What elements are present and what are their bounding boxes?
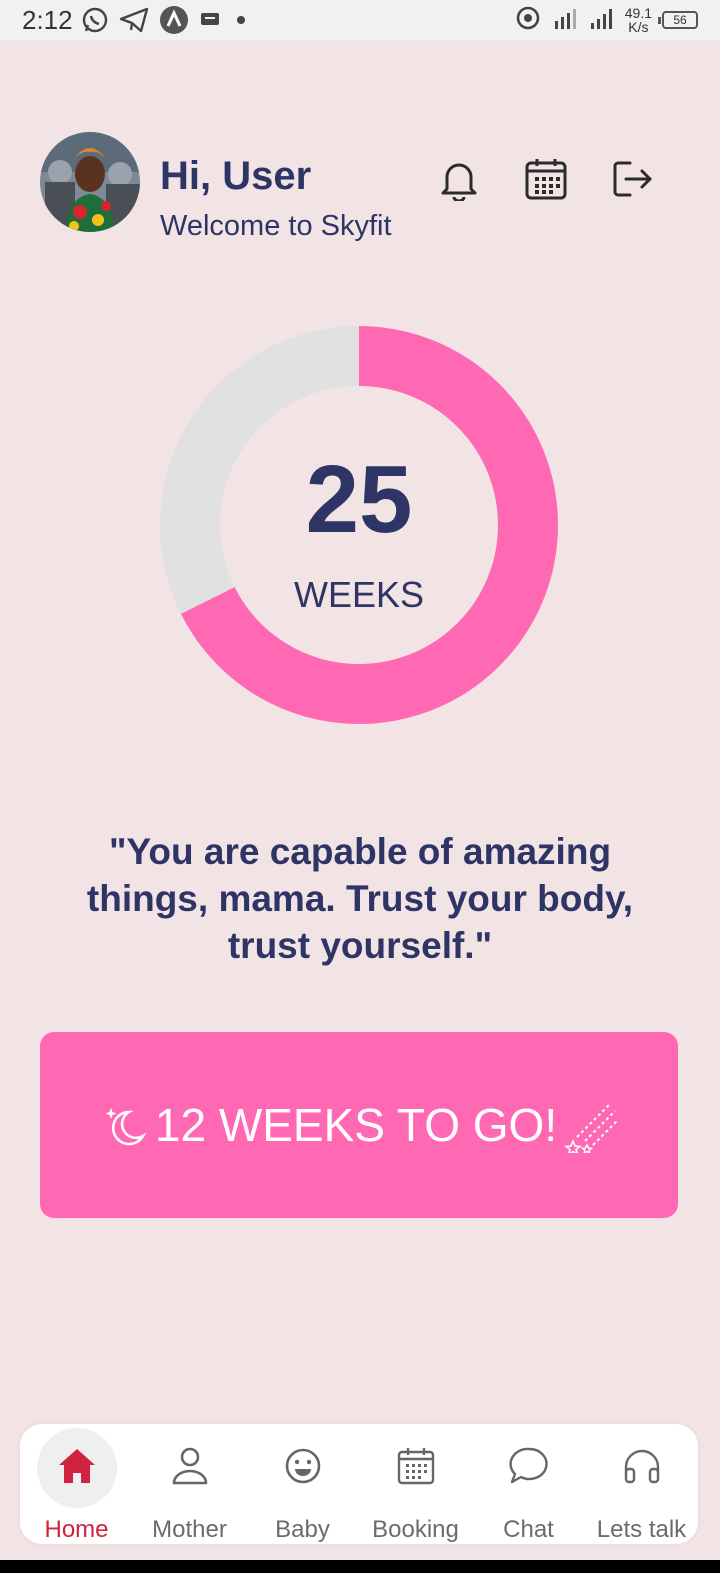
pregnancy-progress-ring: 25 WEEKS: [160, 326, 558, 724]
nav-icon-wrapper: [602, 1428, 682, 1508]
greeting: Hi, User: [160, 154, 312, 198]
avatar[interactable]: [40, 132, 140, 232]
calendar-icon: [397, 1447, 435, 1490]
nav-label-lets-talk: Lets talk: [596, 1516, 687, 1543]
nav-item-mother[interactable]: Mother: [133, 1424, 246, 1544]
nav-icon-wrapper: [263, 1428, 343, 1508]
nav-icon-wrapper: [489, 1428, 569, 1508]
nav-icon-wrapper: [376, 1428, 456, 1508]
welcome-subtitle: Welcome to Skyfit: [160, 210, 392, 242]
calendar-icon: [524, 157, 568, 206]
countdown-banner: 12 WEEKS TO GO!: [40, 1032, 678, 1218]
person-icon: [171, 1446, 209, 1491]
battery-icon: 56: [658, 11, 698, 29]
system-gesture-bar: [0, 1560, 720, 1573]
nav-label-home: Home: [44, 1516, 109, 1543]
nav-icon-wrapper: [36, 1428, 117, 1508]
hotspot-icon: [515, 5, 541, 36]
nav-item-baby[interactable]: Baby: [246, 1424, 359, 1544]
weeks-label: WEEKS: [293, 574, 425, 615]
nav-item-booking[interactable]: Booking: [359, 1424, 472, 1544]
notification-dot-icon: [231, 15, 251, 25]
nav-item-chat[interactable]: Chat: [472, 1424, 585, 1544]
notifications-button[interactable]: [436, 158, 482, 204]
bottom-navigation: Home Mother Baby Booking Chat Lets talk: [20, 1424, 698, 1544]
nav-label-booking: Booking: [372, 1516, 459, 1543]
app-a-icon: [159, 5, 189, 35]
nav-label-baby: Baby: [275, 1516, 330, 1543]
motivational-quote: "You are capable of amazing things, mama…: [86, 831, 634, 966]
headphones-icon: [622, 1447, 662, 1490]
signal-3g-icon: [551, 5, 579, 36]
status-time: 2:12: [22, 4, 73, 35]
net-speed-unit: K/s: [628, 19, 649, 35]
nav-item-lets-talk[interactable]: Lets talk: [585, 1424, 698, 1544]
logout-icon: [612, 159, 656, 204]
status-right: 49.1 K/s 56: [515, 5, 698, 36]
logout-button[interactable]: [611, 158, 657, 204]
status-bar: 2:12 49.1 K/s 56: [0, 0, 720, 40]
nav-item-home[interactable]: Home: [20, 1424, 133, 1544]
nav-label-mother: Mother: [152, 1516, 227, 1543]
header: Hi, User Welcome to Skyfit: [40, 132, 680, 242]
whatsapp-icon: [81, 6, 109, 34]
smiley-icon: [284, 1447, 322, 1490]
signal-icon: [589, 5, 615, 36]
message-icon: [199, 11, 221, 29]
nav-label-chat: Chat: [503, 1516, 554, 1543]
crescent-moon-icon: [99, 1100, 149, 1150]
calendar-button[interactable]: [523, 158, 569, 204]
net-speed: 49.1 K/s: [625, 6, 652, 34]
countdown-text: 12 WEEKS TO GO!: [154, 1099, 558, 1151]
shooting-stars-icon: [563, 1097, 619, 1153]
telegram-icon: [119, 7, 149, 33]
bell-icon: [439, 157, 479, 206]
battery-level: 56: [673, 13, 687, 27]
nav-icon-wrapper: [150, 1428, 230, 1508]
weeks-count: 25: [305, 446, 413, 553]
home-icon: [57, 1447, 97, 1490]
chat-bubble-icon: [508, 1446, 549, 1491]
